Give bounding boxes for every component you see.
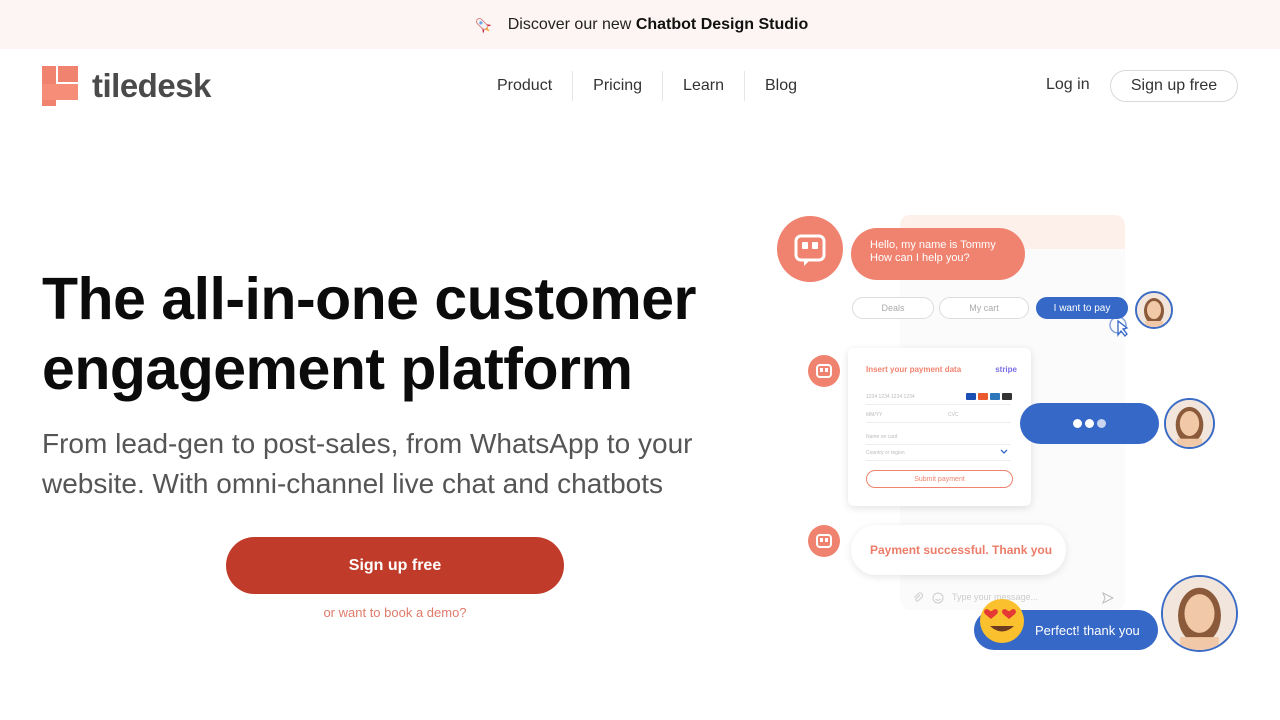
bot-avatar-icon [777, 216, 843, 282]
emoji-icon [932, 592, 944, 604]
expiry-field: MM/YY [866, 412, 883, 418]
chat-illustration: Hello, my name is Tommy How can I help y… [770, 205, 1250, 665]
rocket-icon [475, 17, 492, 33]
chevron-down-icon [1000, 449, 1008, 454]
card-number-field: 1234 1234 1234 1234 [866, 394, 915, 400]
payment-success-bubble: Payment successful. Thank you [851, 525, 1066, 575]
book-demo-link[interactable]: or want to book a demo? [226, 605, 564, 620]
bot-avatar-icon [808, 525, 840, 557]
bot-greeting-line-2: How can I help you? [870, 252, 970, 264]
cvc-field: CVC [948, 412, 959, 418]
announcement-prefix: Discover our new [507, 15, 632, 33]
login-link[interactable]: Log in [1046, 76, 1090, 94]
tiledesk-logo-icon [42, 66, 78, 106]
heart-eyes-emoji-icon [980, 599, 1024, 643]
submit-payment-button: Submit payment [866, 470, 1013, 488]
user-avatar [1164, 398, 1215, 449]
quick-reply-chip: Deals [852, 297, 934, 319]
bot-avatar-icon [808, 355, 840, 387]
country-field: Country or region [866, 450, 905, 456]
nav-item-learn[interactable]: Learn [663, 70, 744, 101]
typing-indicator-bubble [1020, 403, 1159, 444]
typing-dot [1097, 419, 1106, 428]
typing-dot [1073, 419, 1082, 428]
field-divider [866, 444, 1011, 445]
typing-dot [1085, 419, 1094, 428]
nav-item-product[interactable]: Product [477, 70, 572, 101]
card-brands-icon [966, 393, 1012, 400]
cursor-click-icon [1109, 316, 1129, 337]
hero-title-line-2: engagement platform [42, 336, 633, 402]
nav-item-blog[interactable]: Blog [745, 70, 817, 101]
logo-wordmark: tiledesk [92, 67, 211, 104]
name-on-card-field: Name on card [866, 434, 898, 440]
field-divider [866, 422, 1011, 423]
quick-reply-chip: My cart [939, 297, 1029, 319]
announcement-text: Discover our new Chatbot Design Studio [508, 16, 809, 34]
bot-greeting-bubble: Hello, my name is Tommy How can I help y… [851, 228, 1025, 280]
announcement-highlight[interactable]: Chatbot Design Studio [636, 16, 808, 33]
payment-form-title: Insert your payment data [866, 365, 962, 374]
attachment-icon [914, 592, 923, 602]
announcement-bar[interactable]: Discover our new Chatbot Design Studio [0, 0, 1280, 49]
nav-item-pricing[interactable]: Pricing [573, 70, 662, 101]
send-icon [1102, 592, 1114, 604]
hero-subtitle-line-2: website. With omni-channel live chat and… [42, 468, 663, 499]
field-divider [866, 404, 1011, 405]
hero-subtitle: From lead-gen to post-sales, from WhatsA… [42, 424, 762, 504]
hero-title: The all-in-one customer engagement platf… [42, 264, 762, 404]
stripe-logo: stripe [995, 365, 1017, 374]
signup-button-hero[interactable]: Sign up free [226, 537, 564, 594]
field-divider [866, 460, 1011, 461]
logo[interactable]: tiledesk [42, 66, 211, 106]
user-avatar [1135, 291, 1173, 329]
hero-subtitle-line-1: From lead-gen to post-sales, from WhatsA… [42, 428, 693, 459]
signup-button-header[interactable]: Sign up free [1110, 70, 1238, 102]
user-avatar [1161, 575, 1238, 652]
main-nav: Product Pricing Learn Blog [477, 70, 817, 101]
payment-form-card: Insert your payment data stripe 1234 123… [848, 348, 1031, 506]
bot-greeting-line-1: Hello, my name is Tommy [870, 239, 996, 251]
hero-title-line-1: The all-in-one customer [42, 266, 696, 332]
